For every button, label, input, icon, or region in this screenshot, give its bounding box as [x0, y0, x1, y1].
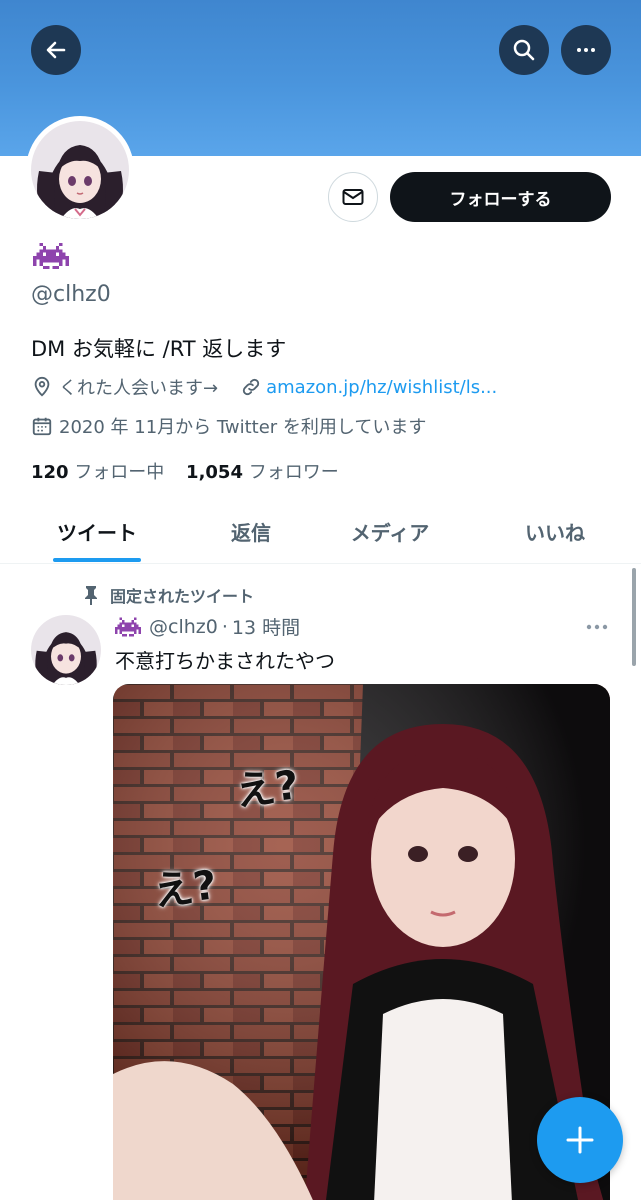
followers-link[interactable]: 1,054 フォロワー — [186, 462, 339, 483]
tab-likes[interactable]: いいね — [500, 500, 610, 563]
pinned-text: 固定されたツイート — [110, 587, 255, 606]
more-horizontal-icon — [577, 48, 595, 52]
tweet-header: @clhz0 · 13 時間 — [115, 613, 300, 640]
media-caption-1: え? — [232, 762, 302, 816]
tab-tweets[interactable]: ツイート — [36, 500, 158, 563]
space-invader-emoji — [33, 242, 69, 270]
tab-replies[interactable]: 返信 — [200, 500, 302, 563]
follow-stats: 120 フォロー中 1,054 フォロワー — [31, 458, 339, 484]
profile-meta-location-link: くれた人会います→ amazon.jp/hz/wishlist/ls... — [31, 374, 497, 400]
followers-count: 1,054 — [186, 462, 243, 483]
scrollbar[interactable] — [632, 568, 636, 666]
tweet-separator: · — [221, 615, 228, 638]
more-button[interactable] — [561, 25, 611, 75]
profile-handle: @clhz0 — [31, 282, 111, 307]
link-icon — [242, 378, 260, 396]
tweet-handle[interactable]: @clhz0 — [149, 616, 218, 638]
tweet-more-icon[interactable] — [583, 617, 611, 637]
pinned-tweet-label: 固定されたツイート — [82, 583, 254, 607]
follow-button[interactable]: フォローする — [390, 172, 611, 222]
pin-icon — [85, 586, 97, 605]
search-button[interactable] — [499, 25, 549, 75]
tweet-media-image[interactable]: え? え? — [113, 684, 610, 1200]
calendar-icon — [32, 417, 52, 436]
tweet-time[interactable]: 13 時間 — [232, 613, 300, 640]
followers-label: フォロワー — [248, 462, 339, 483]
profile-bio: DM お気軽に /RT 返します — [31, 337, 287, 361]
location-pin-icon — [34, 376, 50, 397]
profile-meta-joined: 2020 年 11月から Twitter を利用しています — [31, 413, 426, 439]
plus-icon — [566, 1126, 594, 1154]
profile-joined: 2020 年 11月から Twitter を利用しています — [59, 417, 427, 438]
profile-avatar[interactable] — [26, 116, 134, 224]
profile-location: くれた人会います→ — [59, 378, 219, 399]
avatar — [31, 121, 129, 219]
following-label: フォロー中 — [74, 462, 165, 483]
media-caption-2: え? — [150, 862, 220, 916]
profile-website-link[interactable]: amazon.jp/hz/wishlist/ls... — [266, 377, 497, 398]
space-invader-emoji — [115, 617, 141, 636]
search-icon — [513, 39, 535, 61]
back-button[interactable] — [31, 25, 81, 75]
tweet-text: 不意打ちかまされたやつ — [115, 649, 335, 673]
tweet-avatar[interactable] — [31, 615, 101, 685]
mail-icon — [342, 189, 364, 205]
profile-tabs: ツイート 返信 メディア いいね — [0, 500, 641, 564]
active-tab-indicator — [53, 558, 141, 562]
following-count: 120 — [31, 462, 69, 483]
arrow-left-icon — [46, 41, 66, 59]
message-button[interactable] — [328, 172, 378, 222]
compose-tweet-button[interactable] — [537, 1097, 623, 1183]
tab-media[interactable]: メディア — [330, 500, 450, 563]
following-link[interactable]: 120 フォロー中 — [31, 462, 164, 483]
